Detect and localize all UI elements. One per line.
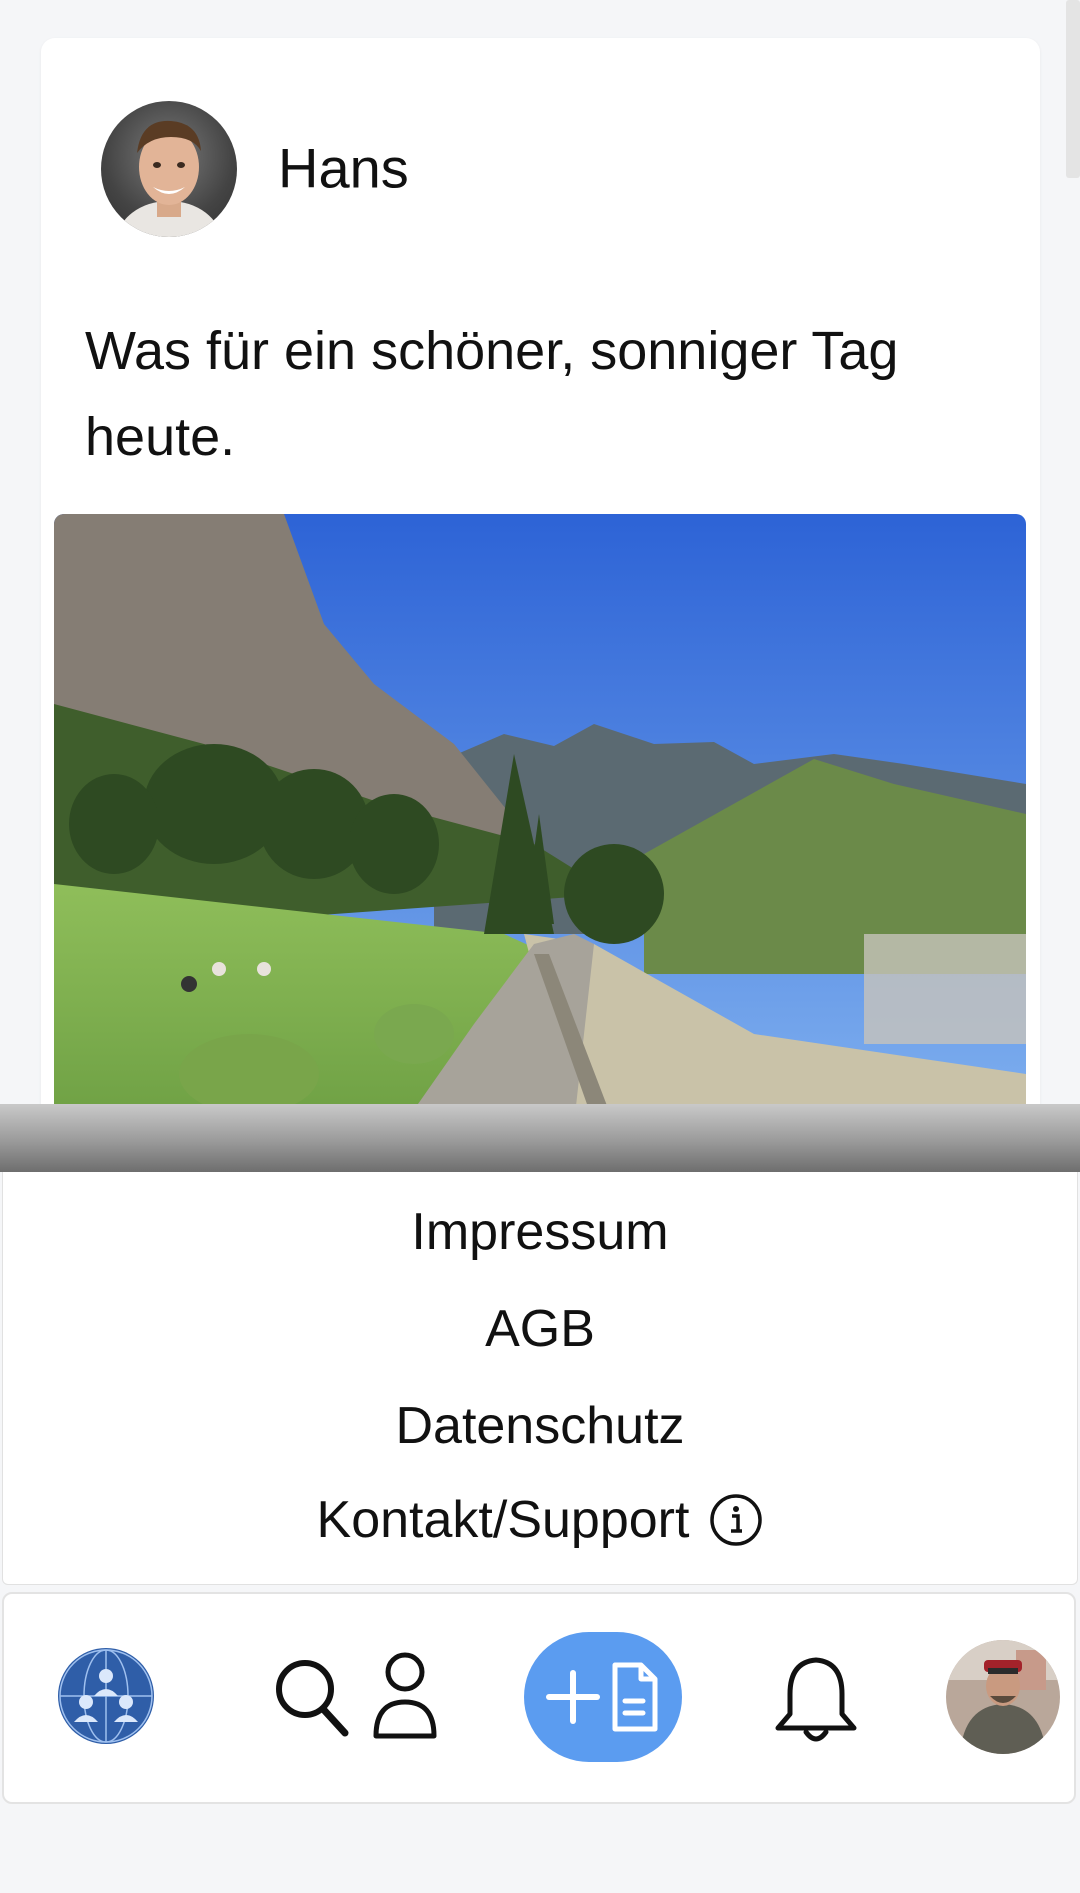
bell-icon[interactable] — [772, 1652, 860, 1748]
create-post-icon — [546, 1662, 658, 1732]
user-icon[interactable] — [372, 1650, 438, 1742]
impressum-link[interactable]: Impressum — [3, 1202, 1077, 1262]
info-icon[interactable] — [709, 1493, 763, 1547]
agb-label: AGB — [485, 1300, 595, 1358]
agb-link[interactable]: AGB — [3, 1299, 1077, 1359]
kontakt-support-link[interactable]: Kontakt/Support — [3, 1490, 1077, 1550]
author-avatar[interactable] — [101, 101, 237, 237]
search-icon[interactable] — [272, 1656, 350, 1738]
post-image[interactable] — [54, 514, 1026, 1124]
footer-links-panel: Impressum AGB Datenschutz Kontakt/Suppor… — [2, 1172, 1078, 1585]
impressum-label: Impressum — [411, 1203, 669, 1261]
datenschutz-link[interactable]: Datenschutz — [3, 1396, 1077, 1456]
bottom-navigation — [2, 1592, 1076, 1804]
author-name[interactable]: Hans — [278, 136, 409, 201]
globe-community-icon[interactable] — [56, 1646, 156, 1746]
post-card: Hans Was für ein schöner, sonniger Tag h… — [41, 38, 1040, 1138]
kontakt-support-label: Kontakt/Support — [316, 1491, 690, 1549]
post-text: Was für ein schöner, sonniger Tag heute. — [85, 321, 899, 467]
page-scrollbar[interactable] — [1066, 0, 1080, 178]
datenschutz-label: Datenschutz — [395, 1397, 685, 1455]
profile-avatar[interactable] — [946, 1640, 1060, 1754]
panel-overlay-shade — [0, 1104, 1080, 1172]
create-post-button[interactable] — [524, 1632, 682, 1762]
